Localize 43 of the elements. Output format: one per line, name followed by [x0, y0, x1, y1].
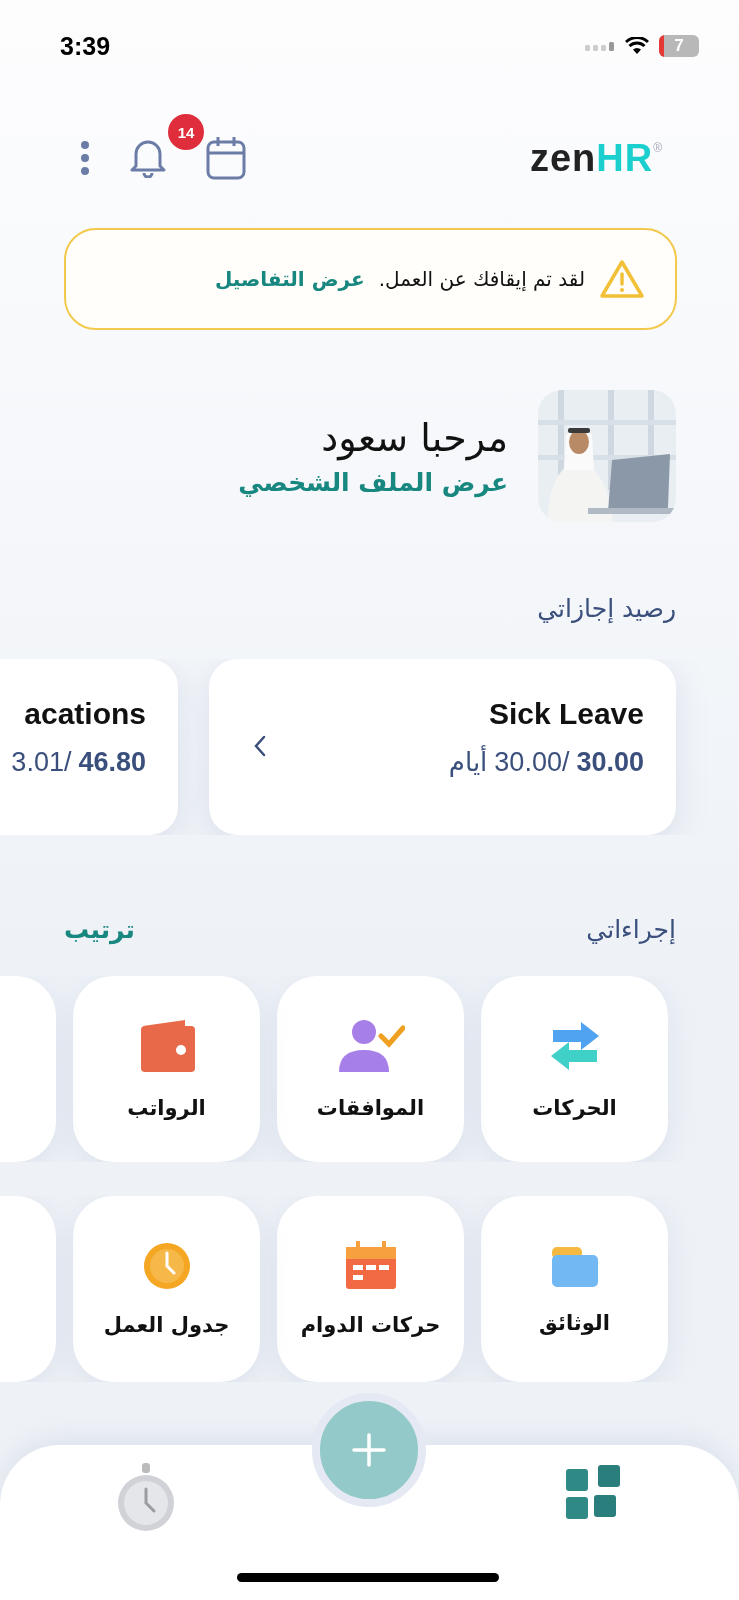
action-tile[interactable]: الحركات: [481, 976, 668, 1162]
battery-icon: 7: [659, 35, 699, 57]
wallet-icon: [138, 1018, 195, 1074]
wifi-icon: [625, 37, 649, 55]
warning-icon: [599, 259, 645, 299]
used-days: 46.80: [78, 747, 146, 778]
tile-label: الموافقات: [316, 1096, 425, 1120]
chevron-icon: [253, 735, 267, 757]
action-tile[interactable]: الرواتب: [73, 976, 260, 1162]
zenhr-logo: zenHR®: [529, 136, 663, 180]
tile-label: جدول العمل: [103, 1313, 230, 1337]
leave-type: acations: [23, 697, 146, 731]
sort-link[interactable]: ترتيب: [64, 915, 135, 944]
used-days: 30.00: [576, 747, 644, 778]
section-title: رصيد إجازاتي: [536, 594, 677, 623]
tile-label: حركات الدوام: [300, 1313, 441, 1337]
status-time: 3:39: [60, 31, 111, 61]
total-days: 3.01/: [11, 747, 72, 778]
tile-label: الرواتب: [127, 1096, 206, 1120]
signal-icon: [585, 40, 615, 52]
total-days: 30.00/: [494, 747, 570, 778]
clock-icon: [141, 1241, 192, 1291]
leave-card[interactable]: acations 3.01/ 46.80: [0, 659, 178, 835]
calendar-icon: [343, 1241, 398, 1291]
details-link[interactable]: عرض التفاصيل: [214, 267, 365, 291]
action-tile[interactable]: الوثائق: [481, 1196, 668, 1382]
dashboard-icon[interactable]: [564, 1463, 622, 1521]
action-tile[interactable]: حركات الدوام: [277, 1196, 464, 1382]
tile-label: الحركات: [532, 1096, 617, 1120]
days-unit: أيام: [448, 747, 488, 777]
calendar-icon[interactable]: [206, 136, 246, 180]
user-check-icon: [336, 1018, 405, 1074]
more-icon[interactable]: [80, 140, 90, 176]
tile-label: الوثائق: [539, 1311, 610, 1335]
plus-icon: [352, 1433, 386, 1467]
leave-type: Sick Leave: [487, 697, 644, 731]
greeting: مرحبا سعود: [320, 415, 508, 460]
notification-badge: 14: [168, 114, 204, 150]
section-title: إجراءاتي: [586, 915, 676, 944]
action-tile[interactable]: الموافقات: [277, 976, 464, 1162]
alert-message: لقد تم إيقافك عن العمل.: [378, 267, 585, 291]
action-tile[interactable]: جدول العمل: [73, 1196, 260, 1382]
profile-link[interactable]: عرض الملف الشخصي: [238, 467, 508, 497]
